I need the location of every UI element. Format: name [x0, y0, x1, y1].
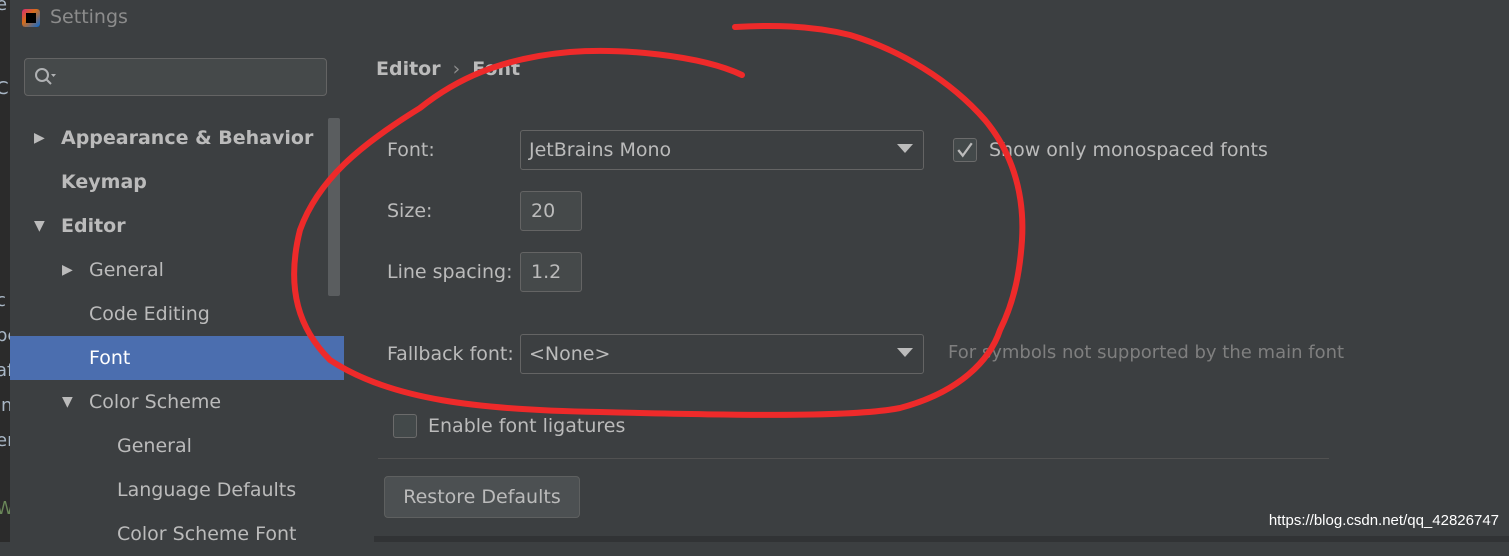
- title-bar: Settings: [10, 0, 1509, 40]
- breadcrumb: Editor › Font: [376, 58, 520, 80]
- edge-glyph: af: [0, 360, 10, 381]
- breadcrumb-current: Font: [472, 58, 521, 80]
- bottom-scroll-area: [374, 536, 1509, 542]
- edge-glyph: W: [0, 498, 10, 519]
- collapse-arrow-icon[interactable]: ▼: [62, 380, 73, 424]
- tree-item-language-defaults[interactable]: Language Defaults: [10, 468, 328, 512]
- sidebar-scrollbar[interactable]: [328, 118, 340, 296]
- tree-item-color-scheme-font[interactable]: Color Scheme Font: [10, 512, 328, 556]
- font-label: Font:: [387, 139, 435, 161]
- divider: [378, 458, 1329, 459]
- monospaced-checkbox[interactable]: [953, 138, 977, 162]
- expand-arrow-icon[interactable]: ▶: [34, 116, 45, 160]
- tree-item-label: Font: [89, 347, 131, 369]
- size-value: 20: [531, 200, 556, 222]
- checkmark-icon: [957, 142, 973, 158]
- edge-glyph: pe: [0, 325, 10, 346]
- intellij-app-icon: [22, 9, 40, 27]
- tree-item-label: Keymap: [61, 171, 147, 193]
- edge-glyph: er: [0, 430, 10, 451]
- tree-item-label: Appearance & Behavior: [61, 127, 314, 149]
- restore-defaults-button[interactable]: Restore Defaults: [384, 476, 580, 518]
- search-icon: [35, 68, 56, 85]
- tree-item-keymap[interactable]: Keymap: [10, 160, 328, 204]
- edge-glyph: in: [0, 395, 10, 416]
- size-input[interactable]: 20: [520, 191, 582, 231]
- ligatures-checkbox[interactable]: [393, 414, 417, 438]
- fallback-font-hint: For symbols not supported by the main fo…: [948, 342, 1345, 363]
- tree-item-label: Editor: [61, 215, 126, 237]
- line-spacing-value: 1.2: [531, 261, 562, 283]
- settings-sidebar: ▶ Appearance & Behavior Keymap ▼ Editor …: [10, 40, 344, 545]
- font-combo-box[interactable]: JetBrains Mono: [520, 130, 924, 170]
- ligatures-label[interactable]: Enable font ligatures: [428, 415, 625, 437]
- search-input[interactable]: [24, 58, 327, 96]
- window-title: Settings: [50, 6, 128, 28]
- tree-item-label: General: [117, 435, 192, 457]
- tree-item-code-editing[interactable]: Code Editing: [10, 292, 328, 336]
- font-combo-value: JetBrains Mono: [529, 139, 672, 161]
- collapse-arrow-icon[interactable]: ▼: [34, 204, 45, 248]
- tree-item-font[interactable]: Font: [10, 336, 344, 380]
- tree-item-appearance-behavior[interactable]: ▶ Appearance & Behavior: [10, 116, 328, 160]
- edge-glyph: c: [0, 290, 6, 311]
- breadcrumb-separator: ›: [452, 58, 461, 80]
- background-window-edge: e C c pe af in er W: [0, 0, 10, 542]
- monospaced-label[interactable]: Show only monospaced fonts: [989, 139, 1268, 161]
- dropdown-arrow-icon: [897, 144, 913, 153]
- tree-item-general[interactable]: ▶ General: [10, 248, 328, 292]
- tree-item-label: Language Defaults: [117, 479, 297, 501]
- tree-item-color-scheme[interactable]: ▼ Color Scheme: [10, 380, 328, 424]
- dropdown-arrow-icon: [897, 348, 913, 357]
- line-spacing-input[interactable]: 1.2: [520, 252, 582, 292]
- tree-item-editor[interactable]: ▼ Editor: [10, 204, 328, 248]
- settings-content: Editor › Font Font: JetBrains Mono Show on…: [344, 40, 1509, 542]
- watermark: https://blog.csdn.net/qq_42826747: [1268, 512, 1499, 529]
- edge-glyph: e: [0, 0, 8, 15]
- tree-item-label: General: [89, 259, 164, 281]
- tree-item-label: Color Scheme Font: [117, 523, 297, 545]
- breadcrumb-parent[interactable]: Editor: [376, 58, 441, 80]
- fallback-font-value: <None>: [529, 343, 611, 365]
- tree-item-color-scheme-general[interactable]: General: [10, 424, 328, 468]
- tree-item-label: Color Scheme: [89, 391, 222, 413]
- edge-glyph: C: [0, 78, 9, 99]
- line-spacing-label: Line spacing:: [387, 261, 513, 283]
- expand-arrow-icon[interactable]: ▶: [62, 248, 73, 292]
- tree-item-label: Code Editing: [89, 303, 210, 325]
- size-label: Size:: [387, 200, 433, 222]
- fallback-font-label: Fallback font:: [387, 343, 514, 365]
- fallback-font-combo-box[interactable]: <None>: [520, 334, 924, 374]
